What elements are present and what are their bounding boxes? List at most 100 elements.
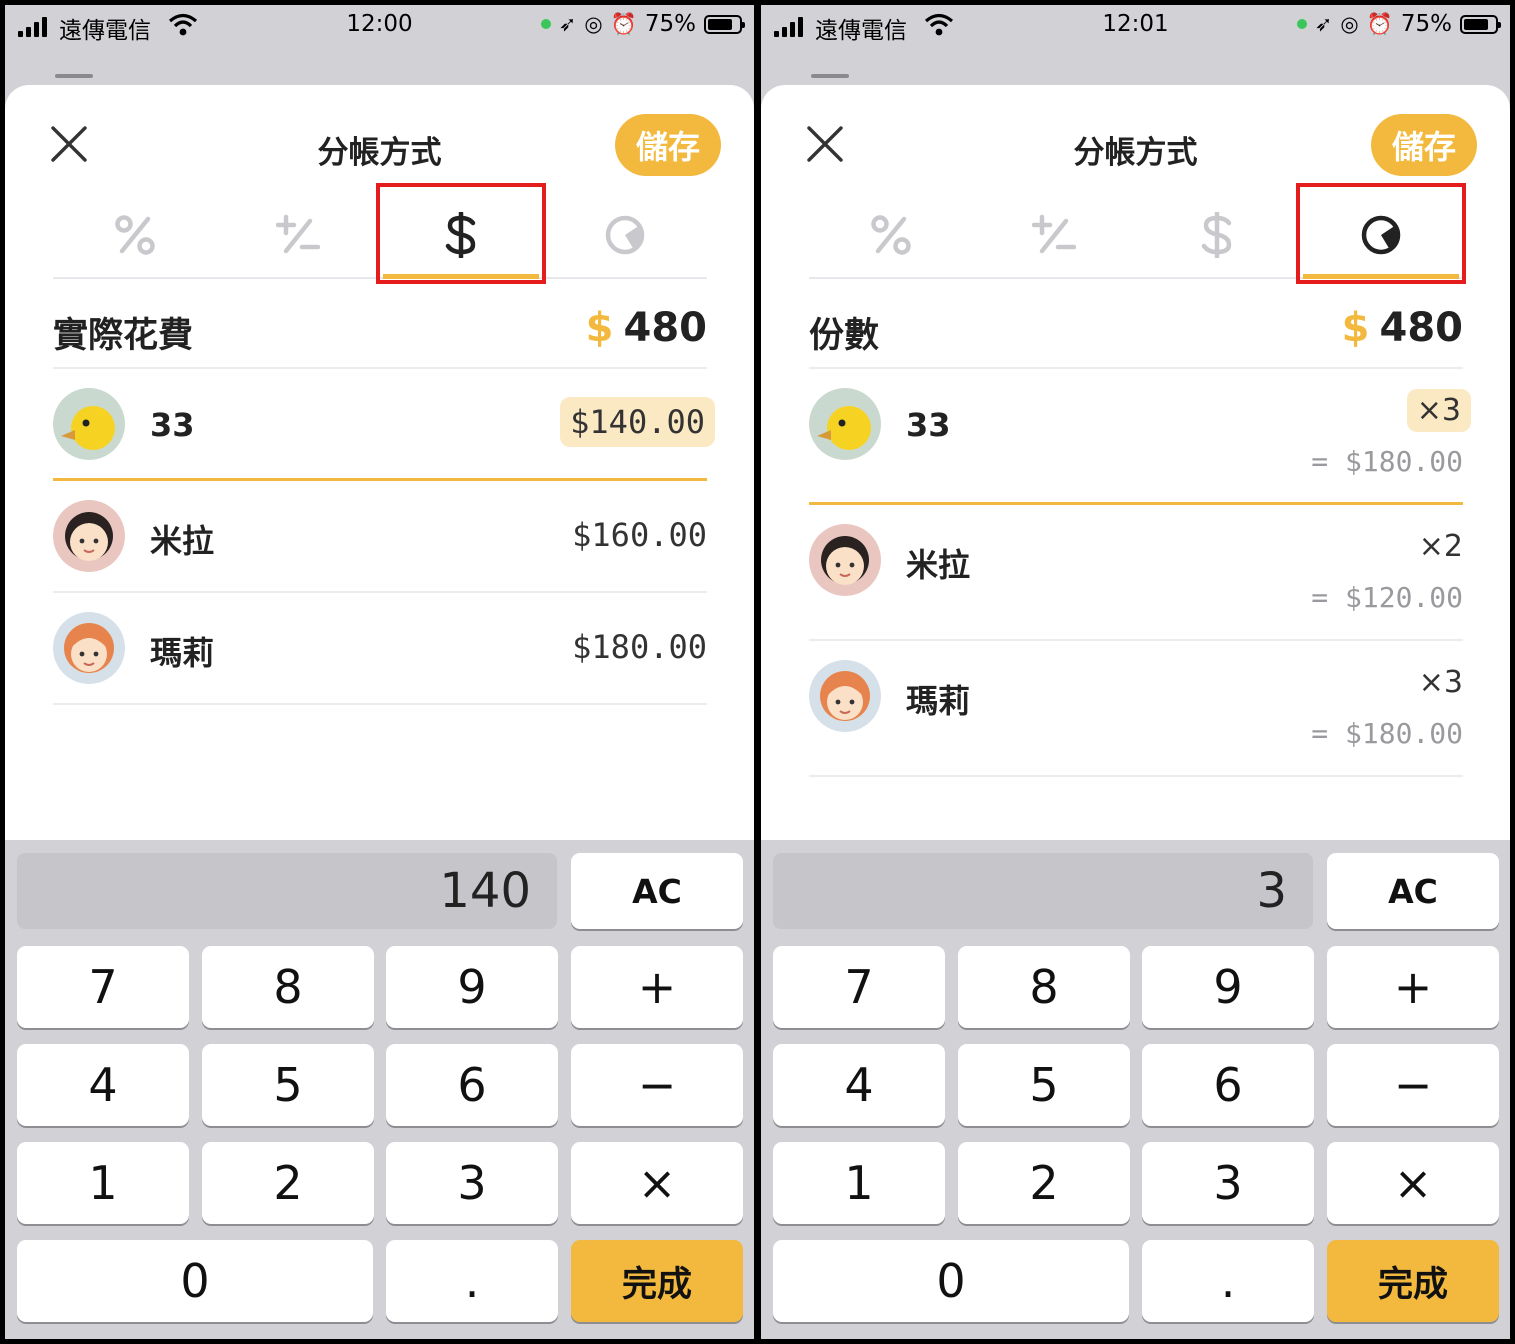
status-bar: 遠傳電信 12:01 ➶ ◎ ⏰ 75% bbox=[761, 5, 1510, 49]
orientation-lock-icon: ◎ bbox=[1340, 12, 1359, 36]
member-row[interactable]: 33 ×3 = $180.00 bbox=[809, 369, 1471, 505]
key-multiply[interactable]: × bbox=[1327, 1142, 1499, 1224]
battery-icon bbox=[1460, 14, 1501, 34]
key-9[interactable]: 9 bbox=[1142, 946, 1314, 1028]
avatar-girl bbox=[809, 524, 881, 596]
save-button[interactable]: 儲存 bbox=[1371, 114, 1477, 176]
highlight-box bbox=[376, 183, 546, 284]
split-method-tabs bbox=[809, 183, 1466, 284]
tab-shares[interactable] bbox=[1296, 183, 1466, 284]
member-share[interactable]: ×3 bbox=[1419, 665, 1463, 700]
dollar-icon bbox=[1201, 212, 1232, 258]
currency-symbol: $ bbox=[1341, 305, 1370, 351]
tab-exact-amount[interactable] bbox=[376, 183, 546, 284]
member-amount-input[interactable]: $140.00 bbox=[560, 397, 715, 447]
done-button[interactable]: 完成 bbox=[1327, 1240, 1499, 1322]
done-button[interactable]: 完成 bbox=[571, 1240, 743, 1322]
tab-shares[interactable] bbox=[543, 193, 707, 277]
numeric-keypad: 3 AC 7 8 9 + 4 5 6 − 1 2 3 × 0 . 完成 bbox=[761, 840, 1510, 1339]
key-minus[interactable]: − bbox=[1327, 1044, 1499, 1126]
key-7[interactable]: 7 bbox=[17, 946, 189, 1028]
mic-in-use-indicator bbox=[1296, 19, 1307, 29]
key-2[interactable]: 2 bbox=[958, 1142, 1130, 1224]
percent-icon bbox=[871, 215, 911, 255]
avatar-girl bbox=[53, 500, 125, 572]
key-decimal[interactable]: . bbox=[386, 1240, 558, 1322]
percent-icon bbox=[115, 215, 155, 255]
total-amount: 480 bbox=[1379, 305, 1464, 351]
section-total: $480 bbox=[1342, 305, 1463, 351]
member-share-amount: = $120.00 bbox=[1311, 581, 1463, 614]
tab-adjustment[interactable] bbox=[216, 193, 380, 277]
member-share-input[interactable]: ×3 bbox=[1406, 389, 1471, 432]
sheet-grabber[interactable] bbox=[55, 74, 93, 78]
key-multiply[interactable]: × bbox=[571, 1142, 743, 1224]
battery-percent: 75% bbox=[1400, 11, 1452, 37]
avatar-redhead bbox=[53, 612, 125, 684]
keypad-display: 3 bbox=[773, 853, 1313, 929]
section-title: 份數 bbox=[809, 316, 880, 356]
key-6[interactable]: 6 bbox=[1142, 1044, 1314, 1126]
key-0[interactable]: 0 bbox=[773, 1240, 1129, 1322]
tab-percent[interactable] bbox=[53, 193, 217, 277]
member-row[interactable]: 33 $140.00 bbox=[53, 369, 715, 481]
total-amount: 480 bbox=[623, 305, 708, 351]
key-3[interactable]: 3 bbox=[386, 1142, 558, 1224]
member-share-amount: = $180.00 bbox=[1311, 445, 1463, 478]
section-title: 實際花費 bbox=[53, 316, 194, 356]
member-name: 瑪莉 bbox=[150, 634, 215, 672]
alarm-icon: ⏰ bbox=[610, 11, 637, 36]
status-bar: 遠傳電信 12:00 ➶ ◎ ⏰ 75% bbox=[5, 5, 754, 49]
key-3[interactable]: 3 bbox=[1142, 1142, 1314, 1224]
currency-symbol: $ bbox=[585, 305, 614, 351]
sheet-grabber[interactable] bbox=[811, 74, 849, 78]
alarm-icon: ⏰ bbox=[1366, 11, 1393, 36]
location-arrow-icon: ➶ bbox=[1314, 12, 1333, 36]
avatar-redhead bbox=[809, 660, 881, 732]
member-name: 33 bbox=[906, 406, 951, 444]
member-row[interactable]: 瑪莉 ×3 = $180.00 bbox=[809, 641, 1463, 777]
phone-screen-right: 遠傳電信 12:01 ➶ ◎ ⏰ 75% 分帳方式 儲存 份數 $ 480 33… bbox=[761, 5, 1510, 1339]
key-4[interactable]: 4 bbox=[773, 1044, 945, 1126]
member-row[interactable]: 米拉 $160.00 bbox=[53, 481, 707, 593]
key-4[interactable]: 4 bbox=[17, 1044, 189, 1126]
split-method-sheet: 分帳方式 儲存 份數 $480 33 ×3 = $180.00 米拉 ×2 = … bbox=[761, 85, 1510, 845]
highlight-box bbox=[1296, 183, 1466, 284]
member-row[interactable]: 瑪莉 $180.00 bbox=[53, 593, 707, 705]
key-minus[interactable]: − bbox=[571, 1044, 743, 1126]
key-9[interactable]: 9 bbox=[386, 946, 558, 1028]
key-5[interactable]: 5 bbox=[202, 1044, 374, 1126]
key-8[interactable]: 8 bbox=[202, 946, 374, 1028]
save-button[interactable]: 儲存 bbox=[615, 114, 721, 176]
split-method-sheet: 分帳方式 儲存 實際花費 $480 33 $140.00 米拉 $160.00 … bbox=[5, 85, 754, 845]
battery-icon bbox=[704, 14, 745, 34]
member-amount[interactable]: $160.00 bbox=[572, 516, 707, 554]
key-0[interactable]: 0 bbox=[17, 1240, 373, 1322]
member-row[interactable]: 米拉 ×2 = $120.00 bbox=[809, 505, 1463, 641]
key-1[interactable]: 1 bbox=[773, 1142, 945, 1224]
tab-exact-amount[interactable] bbox=[1135, 193, 1299, 277]
key-7[interactable]: 7 bbox=[773, 946, 945, 1028]
mic-in-use-indicator bbox=[540, 19, 551, 29]
keypad-display: 140 bbox=[17, 853, 557, 929]
key-2[interactable]: 2 bbox=[202, 1142, 374, 1224]
member-name: 米拉 bbox=[906, 546, 971, 584]
key-plus[interactable]: + bbox=[571, 946, 743, 1028]
numeric-keypad: 140 AC 7 8 9 + 4 5 6 − 1 2 3 × 0 . 完成 bbox=[5, 840, 754, 1339]
member-name: 瑪莉 bbox=[906, 682, 971, 720]
key-5[interactable]: 5 bbox=[958, 1044, 1130, 1126]
member-amount[interactable]: $180.00 bbox=[572, 628, 707, 666]
tab-adjustment[interactable] bbox=[972, 193, 1136, 277]
key-8[interactable]: 8 bbox=[958, 946, 1130, 1028]
key-clear[interactable]: AC bbox=[571, 853, 743, 929]
avatar-duck bbox=[809, 388, 881, 460]
key-decimal[interactable]: . bbox=[1142, 1240, 1314, 1322]
key-clear[interactable]: AC bbox=[1327, 853, 1499, 929]
pie-shares-icon bbox=[605, 215, 645, 255]
section-header: 份數 $480 bbox=[809, 297, 1463, 369]
key-6[interactable]: 6 bbox=[386, 1044, 558, 1126]
key-plus[interactable]: + bbox=[1327, 946, 1499, 1028]
key-1[interactable]: 1 bbox=[17, 1142, 189, 1224]
member-share[interactable]: ×2 bbox=[1419, 529, 1463, 564]
tab-percent[interactable] bbox=[809, 193, 973, 277]
